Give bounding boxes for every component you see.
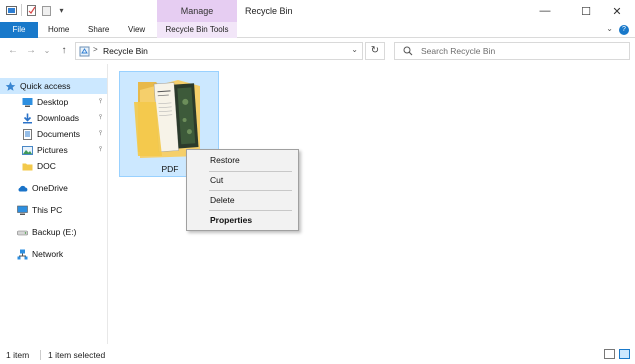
refresh-button[interactable]: ↻	[365, 42, 385, 60]
expand-ribbon-icon[interactable]: ⌄	[606, 24, 613, 33]
cloud-icon	[18, 185, 28, 191]
drive-icon	[17, 230, 28, 235]
pin-icon: ⫯	[98, 114, 102, 121]
sidebar-item-quick-access[interactable]: Quick access	[0, 78, 107, 94]
customize-qat-icon[interactable]: ▾	[56, 5, 67, 16]
sidebar-item-label: Pictures	[37, 145, 68, 155]
sidebar-item-label: Documents	[37, 129, 80, 139]
close-icon: ✕	[612, 5, 622, 18]
properties-icon[interactable]	[26, 4, 37, 16]
back-button[interactable]: ←	[6, 43, 20, 59]
status-divider	[40, 350, 41, 360]
pictures-icon	[22, 145, 33, 155]
navigation-bar: ← → ⌄ ↑ > Recycle Bin ⌄ ↻	[0, 38, 635, 64]
download-icon	[23, 113, 32, 123]
sidebar-item-backup-drive[interactable]: Backup (E:)	[0, 224, 107, 240]
selection-status: 1 item selected	[48, 350, 106, 360]
sidebar-item-label: DOC	[37, 161, 56, 171]
tab-view[interactable]: View	[128, 22, 145, 38]
sidebar-item-onedrive[interactable]: OneDrive	[0, 180, 107, 196]
desktop-icon	[22, 97, 33, 107]
navigation-pane: Quick access Desktop ⫯ Downloads ⫯ Docum…	[0, 64, 108, 344]
sidebar-item-label: Downloads	[37, 113, 80, 123]
recent-locations-button[interactable]: ⌄	[40, 43, 54, 59]
search-icon	[403, 46, 413, 56]
tab-file[interactable]: File	[0, 22, 38, 38]
context-menu: Restore Cut Delete Properties	[186, 149, 299, 231]
explorer-app-icon[interactable]	[6, 5, 17, 16]
sidebar-item-label: Desktop	[37, 97, 69, 107]
help-icon[interactable]: ?	[619, 25, 629, 35]
new-folder-icon[interactable]	[41, 5, 52, 16]
maximize-icon: ☐	[581, 5, 591, 18]
address-dropdown-icon[interactable]: ⌄	[351, 45, 358, 54]
pin-icon: ⫯	[98, 98, 102, 105]
pin-icon: ⫯	[98, 130, 102, 137]
menu-item-properties[interactable]: Properties	[188, 212, 299, 228]
sidebar-item-doc[interactable]: DOC	[0, 158, 107, 174]
minimize-icon: —	[539, 5, 551, 17]
quick-access-toolbar: ▾	[6, 4, 67, 16]
sidebar-item-label: Quick access	[20, 81, 71, 91]
menu-separator	[209, 190, 292, 191]
sidebar-item-desktop[interactable]: Desktop ⫯	[0, 94, 107, 110]
star-icon	[5, 81, 16, 91]
folder-icon	[22, 163, 33, 170]
search-input[interactable]	[421, 44, 621, 58]
details-view-icon[interactable]	[604, 349, 615, 359]
sidebar-item-label: OneDrive	[32, 183, 68, 193]
sidebar-item-label: Network	[32, 249, 64, 259]
computer-icon	[17, 205, 28, 215]
manage-context-tab-header: Manage	[157, 0, 237, 22]
network-icon	[17, 249, 28, 259]
sidebar-item-downloads[interactable]: Downloads ⫯	[0, 110, 107, 126]
menu-separator	[209, 210, 292, 211]
menu-item-delete[interactable]: Delete	[188, 192, 299, 208]
address-bar[interactable]: > Recycle Bin ⌄	[75, 42, 363, 60]
window-title: Recycle Bin	[245, 6, 293, 16]
recycle-bin-icon	[79, 46, 90, 57]
menu-item-restore[interactable]: Restore	[188, 152, 299, 168]
title-bar: ▾ Manage Recycle Bin — ☐ ✕	[0, 0, 635, 22]
large-icons-view-icon[interactable]	[619, 349, 630, 359]
tab-home[interactable]: Home	[48, 22, 69, 38]
pin-icon: ⫯	[98, 146, 102, 153]
menu-item-cut[interactable]: Cut	[188, 172, 299, 188]
tab-share[interactable]: Share	[88, 22, 109, 38]
item-count: 1 item	[6, 350, 30, 360]
search-box[interactable]	[394, 42, 630, 60]
breadcrumb[interactable]: Recycle Bin	[103, 46, 148, 56]
toolbar-divider	[21, 4, 22, 16]
tab-recycle-bin-tools[interactable]: Recycle Bin Tools	[157, 22, 237, 38]
minimize-button[interactable]: —	[527, 0, 563, 22]
sidebar-item-network[interactable]: Network	[0, 246, 107, 262]
refresh-icon: ↻	[370, 45, 380, 56]
sidebar-item-documents[interactable]: Documents ⫯	[0, 126, 107, 142]
documents-icon	[23, 128, 32, 140]
sidebar-item-pictures[interactable]: Pictures ⫯	[0, 142, 107, 158]
up-button[interactable]: ↑	[57, 43, 71, 59]
sidebar-item-label: Backup (E:)	[32, 227, 77, 237]
status-bar: 1 item 1 item selected	[0, 344, 635, 364]
forward-button[interactable]: →	[24, 43, 38, 59]
breadcrumb-chevron-icon[interactable]: >	[93, 45, 98, 54]
ribbon-tab-bar: File Home Share View Recycle Bin Tools ⌄…	[0, 22, 635, 38]
sidebar-item-this-pc[interactable]: This PC	[0, 202, 107, 218]
close-button[interactable]: ✕	[599, 0, 635, 22]
sidebar-item-label: This PC	[32, 205, 63, 215]
